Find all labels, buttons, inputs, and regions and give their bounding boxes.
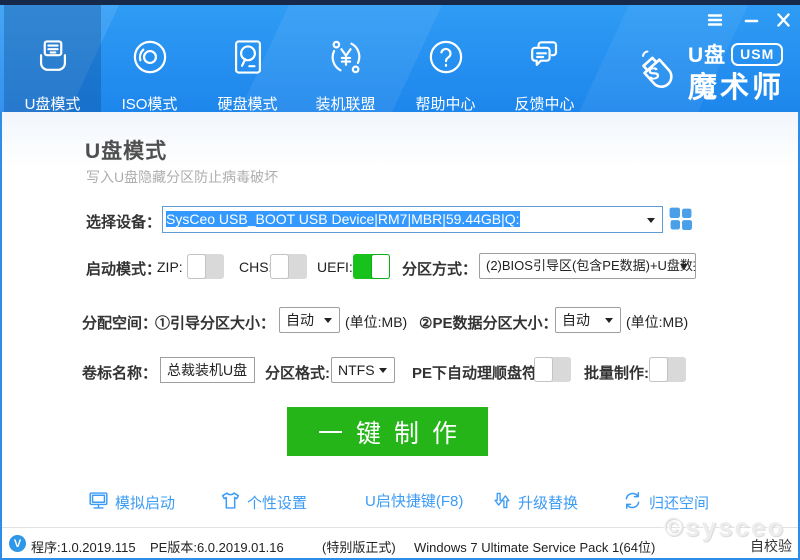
tab-help-center[interactable]: 帮助中心 [397,5,494,112]
header: U盘模式 ISO模式 硬盘模式 [0,5,800,112]
brand-subname: 魔术师 [688,64,784,106]
menu-icon[interactable] [705,11,725,29]
zip-label: ZIP: [157,259,183,275]
upgrade-replace-link[interactable]: 升级替换 [492,490,578,515]
link-label: 个性设置 [247,492,307,513]
toggle-knob [187,254,206,279]
program-version: 程序:1.0.2019.115 [31,537,136,556]
chs-label: CHS: [239,259,272,275]
link-label: 归还空间 [649,492,709,513]
boot-partition-size-label: ①引导分区大小： [155,312,275,333]
tab-label: 反馈中心 [514,93,574,114]
link-label: 升级替换 [518,492,578,513]
uefi-label: UEFI: [317,259,353,275]
tab-usb-mode[interactable]: U盘模式 [4,5,101,112]
device-selected-value: SysCeo USB_BOOT USB Device|RM7|MBR|59.44… [166,211,520,227]
monitor-icon [88,490,109,515]
chs-toggle[interactable] [270,254,307,279]
partition-scheme-label: 分区方式： [402,258,477,279]
tab-label: 装机联盟 [315,93,375,114]
toggle-knob [649,357,668,382]
partition-format-label: 分区格式: [265,362,330,383]
link-label: 模拟启动 [115,492,175,513]
batch-make-label: 批量制作: [584,362,649,383]
batch-make-toggle[interactable] [649,357,686,382]
tab-label: ISO模式 [122,93,178,114]
hdd-search-icon [226,35,270,84]
boot-partition-size-select[interactable]: 自动 [279,307,340,333]
device-label: 选择设备： [86,211,161,232]
main-panel: U盘模式 写入U盘隐藏分区防止病毒破坏 选择设备： SysCeo USB_BOO… [2,112,798,527]
pe-version: PE版本:6.0.2019.01.16 [150,537,284,556]
page-subtitle: 写入U盘隐藏分区防止病毒破坏 [86,167,278,187]
disc-icon [128,35,172,84]
chevron-down-icon [324,318,332,323]
one-key-make-button[interactable]: 一键制作 [287,407,488,456]
device-select[interactable]: SysCeo USB_BOOT USB Device|RM7|MBR|59.44… [162,206,663,233]
tshirt-icon [220,490,241,515]
link-label: U启快捷键(F8) [365,490,463,511]
svg-text:S: S [647,64,661,85]
brand-badge: USM [731,43,783,66]
version-badge-icon: V [9,535,26,552]
partition-scheme-select[interactable]: (2)BIOS引导区(包含PE数据)+U盘数据区 [479,253,696,279]
feedback-icon [523,35,567,84]
boot-mode-label: 启动模式： [86,258,161,279]
chevron-down-icon [647,218,655,223]
simulate-boot-link[interactable]: 模拟启动 [88,490,175,515]
edition-label: (特别版正式) [322,537,396,556]
tab-install-alliance[interactable]: 装机联盟 [297,5,394,112]
toggle-knob [270,254,289,279]
chevron-down-icon [680,264,688,269]
volume-name-label: 卷标名称： [82,362,157,383]
yen-circle-icon [324,35,368,84]
toggle-knob [534,357,553,382]
brand-logo: S U盘 USM 魔术师 [630,39,795,105]
os-label: Windows 7 Ultimate Service Pack 1(64位) [414,537,655,556]
boot-partition-size-value: 自动 [286,312,314,328]
device-grid-icon[interactable] [668,206,693,236]
usm-app-window: U盘模式 ISO模式 硬盘模式 [0,0,800,560]
refresh-icon [622,490,643,515]
tab-iso-mode[interactable]: ISO模式 [101,5,198,112]
partition-format-select[interactable]: NTFS [331,357,395,383]
zip-toggle[interactable] [187,254,224,279]
usb-plug-s-logo-icon: S [630,43,686,106]
boot-size-unit: (单位:MB) [345,312,407,332]
tab-label: 帮助中心 [415,93,475,114]
personal-settings-link[interactable]: 个性设置 [220,490,307,515]
usb-drive-icon [31,35,75,84]
tab-hdd-mode[interactable]: 硬盘模式 [199,5,296,112]
pe-partition-size-label: ②PE数据分区大小： [419,312,557,333]
status-bar: V 程序:1.0.2019.115 PE版本:6.0.2019.01.16 (特… [2,527,798,558]
boot-hotkey-link[interactable]: U启快捷键(F8) [365,490,463,511]
partition-scheme-value: (2)BIOS引导区(包含PE数据)+U盘数据区 [486,258,696,273]
allocation-label: 分配空间： [82,312,157,333]
uefi-toggle[interactable] [353,254,390,279]
chevron-down-icon [605,318,613,323]
toggle-knob [371,254,390,279]
volume-name-input[interactable] [160,357,255,383]
tab-label: U盘模式 [25,93,81,114]
drive-letter-label: PE下自动理顺盘符: [412,362,542,383]
tab-feedback-center[interactable]: 反馈中心 [496,5,593,112]
pe-partition-size-select[interactable]: 自动 [555,307,621,333]
pe-partition-size-value: 自动 [562,312,590,328]
question-icon [424,35,468,84]
drive-letter-toggle[interactable] [534,357,571,382]
partition-format-value: NTFS [338,362,375,378]
page-title: U盘模式 [85,135,167,165]
updown-arrows-icon [492,490,512,515]
return-space-link[interactable]: 归还空间 [622,490,709,515]
self-check-label: 自校验 [750,536,792,556]
minimize-icon[interactable] [741,11,761,29]
chevron-down-icon [379,368,387,373]
pe-size-unit: (单位:MB) [626,312,688,332]
tab-label: 硬盘模式 [217,93,277,114]
close-icon[interactable] [773,11,793,29]
